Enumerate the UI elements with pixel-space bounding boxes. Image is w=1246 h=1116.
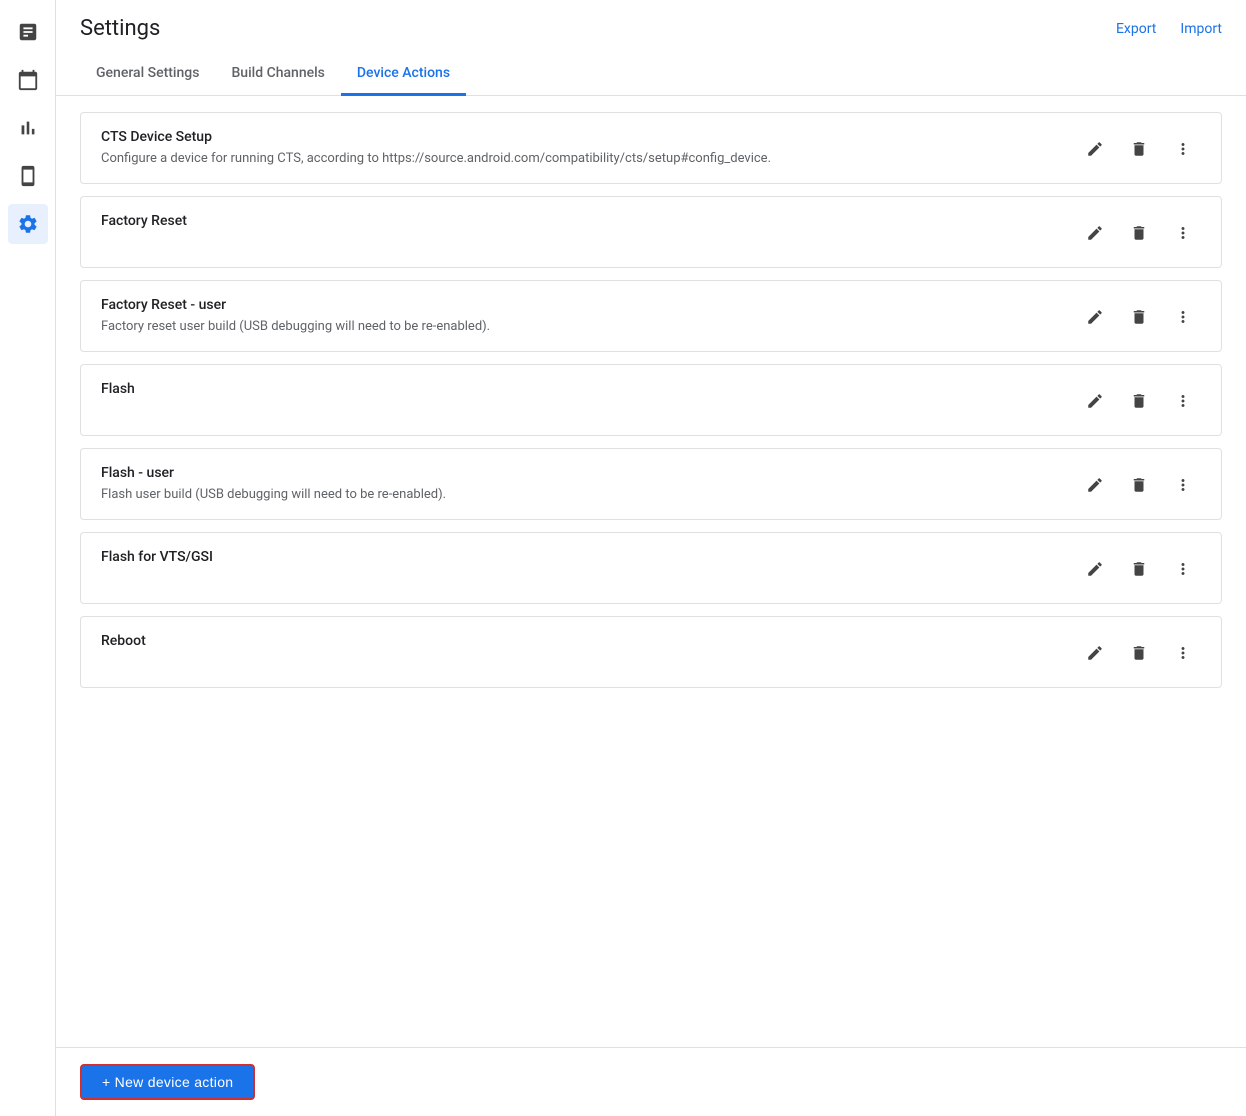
device-icon	[17, 165, 39, 187]
action-card-controls	[1077, 549, 1201, 587]
edit-button[interactable]	[1077, 635, 1113, 671]
action-card-controls	[1077, 129, 1201, 167]
page-title: Settings	[80, 16, 160, 41]
edit-button[interactable]	[1077, 215, 1113, 251]
more-button[interactable]	[1165, 467, 1201, 503]
action-card-controls	[1077, 213, 1201, 251]
action-card-factory_reset: Factory Reset	[80, 196, 1222, 268]
more-button[interactable]	[1165, 551, 1201, 587]
action-card-title: CTS Device Setup	[101, 129, 1061, 145]
action-card-controls	[1077, 633, 1201, 671]
action-card-flash: Flash	[80, 364, 1222, 436]
more-vert-icon	[1174, 476, 1192, 494]
action-card-body: Factory Reset	[101, 213, 1061, 235]
more-vert-icon	[1174, 644, 1192, 662]
footer: + New device action	[56, 1047, 1246, 1116]
action-card-flash_vts_gsi: Flash for VTS/GSI	[80, 532, 1222, 604]
more-button[interactable]	[1165, 299, 1201, 335]
trash-icon	[1130, 560, 1148, 578]
delete-button[interactable]	[1121, 635, 1157, 671]
more-vert-icon	[1174, 560, 1192, 578]
action-card-body: Flash for VTS/GSI	[101, 549, 1061, 571]
action-card-description: Configure a device for running CTS, acco…	[101, 151, 1061, 166]
action-card-factory_reset_user: Factory Reset - user Factory reset user b…	[80, 280, 1222, 352]
tab-general-settings[interactable]: General Settings	[80, 53, 215, 96]
calendar-icon	[17, 69, 39, 91]
sidebar-item-calendar[interactable]	[8, 60, 48, 100]
sidebar-item-reports[interactable]	[8, 12, 48, 52]
more-button[interactable]	[1165, 383, 1201, 419]
trash-icon	[1130, 392, 1148, 410]
more-vert-icon	[1174, 140, 1192, 158]
trash-icon	[1130, 308, 1148, 326]
reports-icon	[17, 21, 39, 43]
action-card-body: Flash	[101, 381, 1061, 403]
action-card-description: Flash user build (USB debugging will nee…	[101, 487, 1061, 502]
trash-icon	[1130, 140, 1148, 158]
import-link[interactable]: Import	[1180, 21, 1222, 37]
sidebar-item-device[interactable]	[8, 156, 48, 196]
edit-button[interactable]	[1077, 383, 1113, 419]
more-button[interactable]	[1165, 215, 1201, 251]
action-card-reboot: Reboot	[80, 616, 1222, 688]
action-card-description: Factory reset user build (USB debugging …	[101, 319, 1061, 334]
header: Settings Export Import	[56, 0, 1246, 41]
pencil-icon	[1086, 476, 1104, 494]
content-area: CTS Device Setup Configure a device for r…	[56, 96, 1246, 1047]
edit-button[interactable]	[1077, 551, 1113, 587]
action-card-title: Flash	[101, 381, 1061, 397]
sidebar	[0, 0, 56, 1116]
more-vert-icon	[1174, 392, 1192, 410]
edit-button[interactable]	[1077, 131, 1113, 167]
pencil-icon	[1086, 560, 1104, 578]
more-vert-icon	[1174, 308, 1192, 326]
action-card-cts_device_setup: CTS Device Setup Configure a device for r…	[80, 112, 1222, 184]
sidebar-item-charts[interactable]	[8, 108, 48, 148]
pencil-icon	[1086, 308, 1104, 326]
charts-icon	[17, 117, 39, 139]
action-card-body: Factory Reset - user Factory reset user b…	[101, 297, 1061, 334]
tabs: General Settings Build Channels Device A…	[56, 53, 1246, 96]
action-card-title: Factory Reset - user	[101, 297, 1061, 313]
trash-icon	[1130, 476, 1148, 494]
action-card-body: Reboot	[101, 633, 1061, 655]
action-card-controls	[1077, 465, 1201, 503]
action-card-controls	[1077, 297, 1201, 335]
action-card-title: Flash - user	[101, 465, 1061, 481]
main-content: Settings Export Import General Settings …	[56, 0, 1246, 1116]
action-card-title: Flash for VTS/GSI	[101, 549, 1061, 565]
trash-icon	[1130, 644, 1148, 662]
action-card-body: CTS Device Setup Configure a device for r…	[101, 129, 1061, 166]
sidebar-item-settings[interactable]	[8, 204, 48, 244]
delete-button[interactable]	[1121, 551, 1157, 587]
header-actions: Export Import	[1116, 21, 1222, 37]
edit-button[interactable]	[1077, 467, 1113, 503]
action-card-controls	[1077, 381, 1201, 419]
pencil-icon	[1086, 140, 1104, 158]
action-card-title: Reboot	[101, 633, 1061, 649]
export-link[interactable]: Export	[1116, 21, 1156, 37]
delete-button[interactable]	[1121, 131, 1157, 167]
delete-button[interactable]	[1121, 383, 1157, 419]
more-button[interactable]	[1165, 131, 1201, 167]
pencil-icon	[1086, 224, 1104, 242]
action-card-title: Factory Reset	[101, 213, 1061, 229]
delete-button[interactable]	[1121, 215, 1157, 251]
more-button[interactable]	[1165, 635, 1201, 671]
new-device-action-button[interactable]: + New device action	[80, 1064, 255, 1100]
settings-icon	[17, 213, 39, 235]
delete-button[interactable]	[1121, 467, 1157, 503]
pencil-icon	[1086, 392, 1104, 410]
tab-device-actions[interactable]: Device Actions	[341, 53, 466, 96]
action-card-body: Flash - user Flash user build (USB debugg…	[101, 465, 1061, 502]
edit-button[interactable]	[1077, 299, 1113, 335]
action-card-flash_user: Flash - user Flash user build (USB debugg…	[80, 448, 1222, 520]
tab-build-channels[interactable]: Build Channels	[215, 53, 340, 96]
pencil-icon	[1086, 644, 1104, 662]
more-vert-icon	[1174, 224, 1192, 242]
trash-icon	[1130, 224, 1148, 242]
delete-button[interactable]	[1121, 299, 1157, 335]
